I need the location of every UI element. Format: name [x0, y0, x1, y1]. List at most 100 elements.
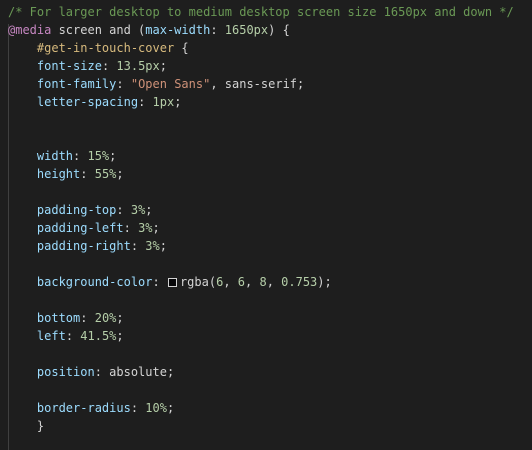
code-text: screen and (	[51, 23, 146, 37]
code-text: {	[174, 41, 189, 55]
code-line[interactable]: left: 41.5%;	[0, 327, 532, 345]
code-text: ;	[152, 221, 160, 235]
code-text: ;	[116, 311, 124, 325]
code-line[interactable]: font-family: "Open Sans", sans-serif;	[0, 75, 532, 93]
code-text: }	[8, 419, 45, 433]
code-editor[interactable]: /* For larger desktop to medium desktop …	[0, 0, 532, 450]
code-number: 3%	[145, 239, 160, 253]
code-property: bottom	[36, 311, 81, 325]
code-text: :	[116, 77, 131, 91]
code-text: :	[80, 167, 95, 181]
code-line[interactable]	[0, 111, 532, 129]
code-line[interactable]: position: absolute;	[0, 363, 532, 381]
code-line[interactable]: height: 55%;	[0, 165, 532, 183]
code-number: 10%	[145, 401, 167, 415]
code-line[interactable]	[0, 345, 532, 363]
code-line[interactable]: border-radius: 10%;	[0, 399, 532, 417]
code-number: 41.5%	[80, 329, 117, 343]
code-property: padding-top	[36, 203, 117, 217]
code-text: :	[210, 23, 225, 37]
code-property: background-color	[36, 275, 153, 289]
code-property: height	[36, 167, 81, 181]
code-line[interactable]: @media screen and (max-width: 1650px) {	[0, 21, 532, 39]
code-line[interactable]: padding-top: 3%;	[0, 201, 532, 219]
code-property: font-size	[36, 59, 102, 73]
code-line[interactable]: bottom: 20%;	[0, 309, 532, 327]
code-text: :	[101, 59, 117, 73]
code-property: padding-left	[36, 221, 124, 235]
code-line[interactable]	[0, 255, 532, 273]
code-text: ;	[116, 167, 124, 181]
code-number: 55%	[94, 167, 117, 181]
code-selector: #get-in-touch-cover	[36, 41, 175, 55]
code-number: 1px	[152, 95, 175, 109]
code-line[interactable]	[0, 129, 532, 147]
code-property: width	[36, 149, 74, 163]
code-property: left	[36, 329, 66, 343]
code-line[interactable]: background-color: rgba(6, 6, 8, 0.753);	[0, 273, 532, 291]
code-line[interactable]: }	[0, 417, 532, 435]
code-property: max-width	[145, 23, 211, 37]
code-line[interactable]: /* For larger desktop to medium desktop …	[0, 3, 532, 21]
color-swatch[interactable]	[167, 278, 177, 287]
code-text: ;	[145, 203, 153, 217]
code-number: 0.753	[281, 275, 318, 289]
code-property: letter-spacing	[36, 95, 139, 109]
code-number: 20%	[94, 311, 117, 325]
code-text: absolute	[109, 365, 167, 379]
code-text: :	[123, 221, 139, 235]
code-number: 8	[259, 275, 267, 289]
code-text: ;	[166, 401, 175, 415]
code-text: ) {	[268, 23, 290, 37]
code-comment: /* For larger desktop to medium desktop …	[8, 5, 514, 19]
code-text: ,	[266, 275, 282, 289]
code-string: "Open Sans"	[130, 77, 211, 91]
code-text: :	[152, 275, 167, 289]
code-at-rule: @media	[8, 23, 52, 37]
code-text: :	[130, 239, 146, 253]
code-line[interactable]: #get-in-touch-cover {	[0, 39, 532, 57]
code-text: ;	[109, 149, 117, 163]
code-number: 6	[237, 275, 245, 289]
code-text: ;	[159, 59, 167, 73]
code-text: , sans-serif;	[210, 77, 305, 91]
code-line[interactable]	[0, 381, 532, 399]
code-line[interactable]: padding-right: 3%;	[0, 237, 532, 255]
code-property: border-radius	[36, 401, 131, 415]
code-property: font-family	[36, 77, 117, 91]
code-text: ,	[245, 275, 260, 289]
code-text: ;	[166, 365, 175, 379]
code-line[interactable]: width: 15%;	[0, 147, 532, 165]
code-number: 1650px	[224, 23, 269, 37]
code-text: rgba(	[179, 275, 217, 289]
code-line[interactable]	[0, 291, 532, 309]
code-lines: /* For larger desktop to medium desktop …	[0, 3, 532, 435]
code-number: 13.5px	[116, 59, 160, 73]
code-line[interactable]: letter-spacing: 1px;	[0, 93, 532, 111]
code-line[interactable]: padding-left: 3%;	[0, 219, 532, 237]
code-text: :	[94, 365, 110, 379]
code-text: ,	[223, 275, 238, 289]
code-text: :	[73, 149, 88, 163]
code-text: :	[130, 401, 146, 415]
code-property: padding-right	[36, 239, 131, 253]
code-number: 15%	[87, 149, 110, 163]
code-line[interactable]	[0, 183, 532, 201]
code-line[interactable]: font-size: 13.5px;	[0, 57, 532, 75]
code-text: ;	[116, 329, 124, 343]
code-text: :	[65, 329, 81, 343]
